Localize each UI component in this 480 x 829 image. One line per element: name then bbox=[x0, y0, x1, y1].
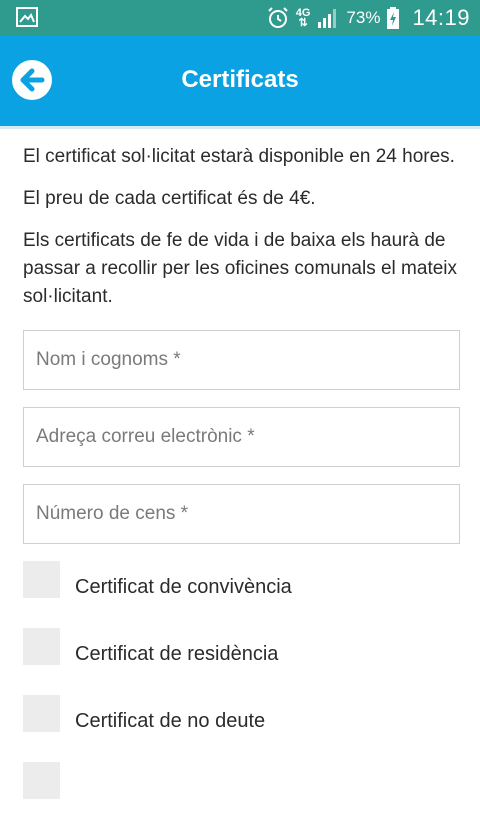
name-input[interactable] bbox=[34, 348, 459, 372]
image-icon bbox=[16, 7, 38, 27]
certificate-option[interactable]: Certificat de convivència bbox=[23, 561, 463, 628]
certificate-label: Certificat de residència bbox=[75, 643, 279, 665]
price-text: El preu de cada certificat és de 4€. bbox=[23, 188, 316, 209]
certificate-option-partial[interactable] bbox=[23, 762, 463, 829]
checkbox[interactable] bbox=[23, 628, 60, 665]
checkbox[interactable] bbox=[23, 695, 60, 732]
pickup-text: Els certificats de fe de vida i de baixa… bbox=[23, 230, 458, 307]
certificate-option[interactable]: Certificat de residència bbox=[23, 628, 463, 695]
clock: 14:19 bbox=[412, 5, 470, 30]
divider bbox=[0, 126, 480, 129]
signal-icon bbox=[318, 9, 337, 28]
alarm-icon bbox=[268, 7, 288, 28]
app-bar: Certificats bbox=[0, 36, 480, 126]
certificate-label: Certificat de no deute bbox=[75, 710, 266, 732]
network-type: 4G ⇅ bbox=[295, 7, 311, 29]
availability-text: El certificat sol·licitat estarà disponi… bbox=[23, 146, 455, 167]
census-field[interactable] bbox=[23, 484, 460, 544]
checkbox[interactable] bbox=[23, 762, 60, 799]
email-input[interactable] bbox=[34, 425, 459, 449]
main-content: El certificat sol·licitat estarà disponi… bbox=[23, 143, 463, 829]
name-field[interactable] bbox=[23, 330, 460, 390]
census-input[interactable] bbox=[34, 502, 459, 526]
certificate-label: Certificat de convivència bbox=[75, 576, 292, 598]
checkbox[interactable] bbox=[23, 561, 60, 598]
battery-percent: 73% bbox=[346, 8, 381, 27]
certificate-option[interactable]: Certificat de no deute bbox=[23, 695, 463, 762]
email-field[interactable] bbox=[23, 407, 460, 467]
battery-charging-icon bbox=[387, 7, 400, 29]
status-bar: 4G ⇅ 73% 14:19 bbox=[0, 0, 480, 36]
page-title: Certificats bbox=[181, 66, 299, 93]
